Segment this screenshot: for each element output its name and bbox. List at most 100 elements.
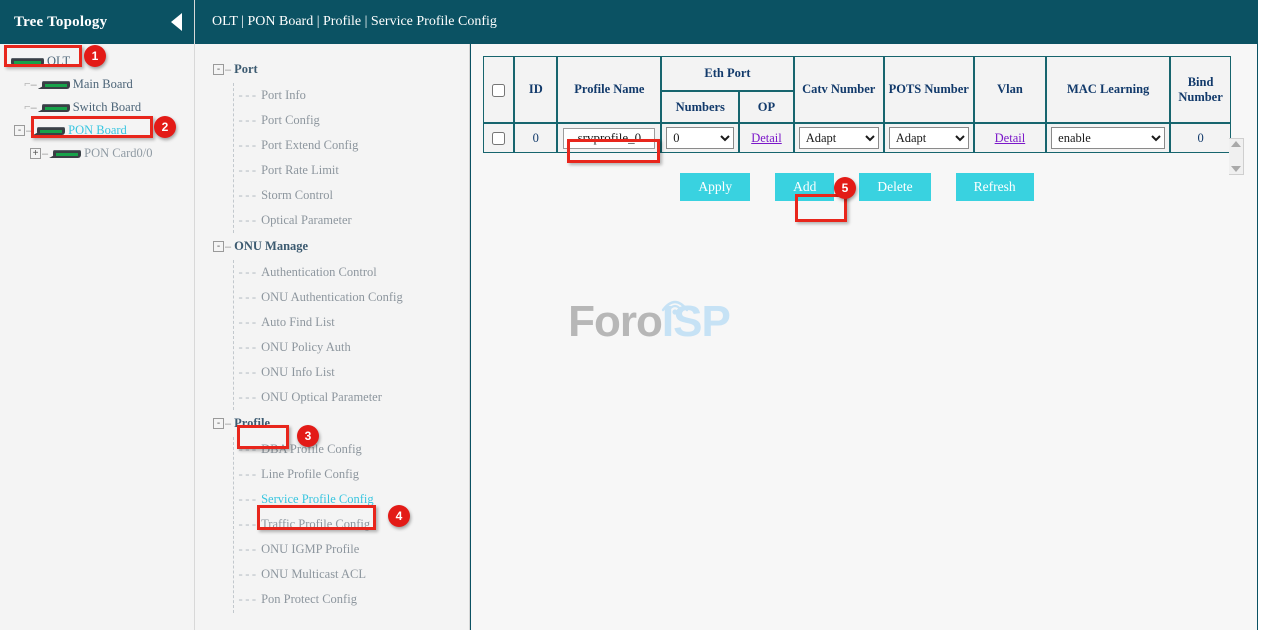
refresh-button[interactable]: Refresh xyxy=(956,173,1034,201)
tree-panel-header: Tree Topology xyxy=(0,0,194,44)
device-board-icon xyxy=(33,124,67,137)
chevron-left-icon[interactable] xyxy=(171,13,182,31)
menu-item-label: ONU Info List xyxy=(261,365,335,380)
header-bind-number: Bind Number xyxy=(1170,56,1231,123)
menu-item-auto-find-list[interactable]: --- Auto Find List xyxy=(195,310,469,335)
row-eth-numbers-cell: 0 xyxy=(661,123,739,153)
tree-node-label: Main Board xyxy=(73,77,133,92)
menu-branch-icon: --- xyxy=(237,164,257,178)
menu-item-port-config[interactable]: --- Port Config xyxy=(195,108,469,133)
annotation-badge-3: 3 xyxy=(297,425,319,447)
menu-item-onu-authentication-config[interactable]: --- ONU Authentication Config xyxy=(195,285,469,310)
menu-item-label: Port Extend Config xyxy=(261,138,358,153)
annotation-badge-4: 4 xyxy=(388,505,410,527)
menu-item-optical-parameter[interactable]: --- Optical Parameter xyxy=(195,208,469,233)
device-olt-icon xyxy=(8,55,46,68)
header-vlan: Vlan xyxy=(974,56,1046,123)
tree-node-label: PON Card0/0 xyxy=(84,146,152,161)
catv-number-select[interactable]: Adapt xyxy=(799,127,879,149)
menu-item-port-info[interactable]: --- Port Info xyxy=(195,83,469,108)
menu-branch-icon: --- xyxy=(237,316,257,330)
service-profile-table: ID Profile Name Eth Port Catv Number POT… xyxy=(483,56,1231,153)
menu-item-label: Auto Find List xyxy=(261,315,335,330)
table-vertical-scrollbar[interactable] xyxy=(1229,138,1244,175)
tree-dash-icon: – xyxy=(224,64,232,76)
row-mac-cell: enable xyxy=(1046,123,1170,153)
tree-dash-icon: – xyxy=(30,79,38,91)
menu-item-pon-protect-config[interactable]: --- Pon Protect Config xyxy=(195,587,469,612)
menu-branch-icon: --- xyxy=(237,568,257,582)
tree-node-pon-card[interactable]: + – PON Card0/0 xyxy=(0,142,194,165)
menu-item-service-profile-config[interactable]: --- Service Profile Config xyxy=(195,487,469,512)
menu-item-line-profile-config[interactable]: --- Line Profile Config xyxy=(195,462,469,487)
pots-number-select[interactable]: Adapt xyxy=(889,127,969,149)
menu-collapse-toggle[interactable]: - xyxy=(213,64,224,75)
menu-branch-icon: --- xyxy=(237,366,257,380)
row-catv-cell: Adapt xyxy=(794,123,884,153)
menu-item-label: ONU Optical Parameter xyxy=(261,390,382,405)
menu-item-authentication-control[interactable]: --- Authentication Control xyxy=(195,260,469,285)
menu-branch-icon: --- xyxy=(237,593,257,607)
menu-item-onu-policy-auth[interactable]: --- ONU Policy Auth xyxy=(195,335,469,360)
table-body: 0 0 Detail xyxy=(483,123,1231,153)
vlan-detail-link[interactable]: Detail xyxy=(995,131,1026,145)
menu-item-port-rate-limit[interactable]: --- Port Rate Limit xyxy=(195,158,469,183)
row-id: 0 xyxy=(514,123,557,153)
tree-expand-toggle[interactable]: + xyxy=(30,148,41,159)
menu-item-label: ONU Policy Auth xyxy=(261,340,351,355)
add-button[interactable]: Add xyxy=(775,173,834,201)
row-select-cell xyxy=(483,123,514,153)
menu-group-port[interactable]: - – Port xyxy=(195,56,469,83)
header-profile-name: Profile Name xyxy=(557,56,661,123)
tree-dash-icon: – xyxy=(30,102,38,114)
menu-branch-icon: --- xyxy=(237,543,257,557)
menu-item-label: Port Info xyxy=(261,88,306,103)
eth-numbers-select[interactable]: 0 xyxy=(666,127,734,149)
profile-name-input[interactable] xyxy=(563,128,655,149)
delete-button[interactable]: Delete xyxy=(859,173,930,201)
table-row: 0 0 Detail xyxy=(483,123,1231,153)
menu-item-label: ONU IGMP Profile xyxy=(261,542,359,557)
triangle-up-icon[interactable] xyxy=(1231,141,1241,147)
menu-item-label: Port Config xyxy=(261,113,320,128)
mac-learning-select[interactable]: enable xyxy=(1051,127,1165,149)
annotation-badge-5: 5 xyxy=(834,177,856,199)
menu-branch-icon: --- xyxy=(237,266,257,280)
tree-dash-icon: – xyxy=(224,418,232,430)
device-board-icon xyxy=(38,101,72,114)
eth-op-detail-link[interactable]: Detail xyxy=(751,131,782,145)
menu-collapse-toggle[interactable]: - xyxy=(213,418,224,429)
menu-branch-icon: --- xyxy=(237,493,257,507)
menu-branch-icon: --- xyxy=(237,139,257,153)
menu-branch-icon: --- xyxy=(237,114,257,128)
menu-item-onu-multicast-acl[interactable]: --- ONU Multicast ACL xyxy=(195,562,469,587)
tree-topology-panel: Tree Topology OLT ⌐ – Main Board xyxy=(0,0,195,630)
menu-item-label: Pon Protect Config xyxy=(261,592,357,607)
menu-group-onu-manage[interactable]: - – ONU Manage xyxy=(195,233,469,260)
select-all-checkbox[interactable] xyxy=(492,84,505,97)
menu-branch-icon: --- xyxy=(237,443,257,457)
watermark-text-primary: Foro xyxy=(568,297,662,346)
menu-collapse-toggle[interactable]: - xyxy=(213,241,224,252)
menu-item-traffic-profile-config[interactable]: --- Traffic Profile Config xyxy=(195,512,469,537)
menu-item-label: Authentication Control xyxy=(261,265,377,280)
triangle-down-icon[interactable] xyxy=(1231,166,1241,172)
apply-button[interactable]: Apply xyxy=(680,173,750,201)
wifi-tower-icon xyxy=(655,294,695,322)
header-id: ID xyxy=(514,56,557,123)
menu-item-onu-optical-parameter[interactable]: --- ONU Optical Parameter xyxy=(195,385,469,410)
tree-node-main-board[interactable]: ⌐ – Main Board xyxy=(0,73,194,96)
tree-node-label: PON Board xyxy=(68,123,127,138)
menu-item-label: Storm Control xyxy=(261,188,333,203)
menu-item-port-extend-config[interactable]: --- Port Extend Config xyxy=(195,133,469,158)
menu-item-onu-igmp-profile[interactable]: --- ONU IGMP Profile xyxy=(195,537,469,562)
tree-collapse-toggle[interactable]: - xyxy=(14,125,25,136)
row-checkbox[interactable] xyxy=(492,132,505,145)
action-button-row: Apply Add Delete Refresh xyxy=(483,173,1231,201)
header-catv-number: Catv Number xyxy=(794,56,884,123)
menu-item-dba-profile-config[interactable]: --- DBA Profile Config xyxy=(195,437,469,462)
menu-group-profile[interactable]: - – Profile xyxy=(195,410,469,437)
menu-item-storm-control[interactable]: --- Storm Control xyxy=(195,183,469,208)
menu-item-onu-info-list[interactable]: --- ONU Info List xyxy=(195,360,469,385)
row-pots-cell: Adapt xyxy=(884,123,974,153)
